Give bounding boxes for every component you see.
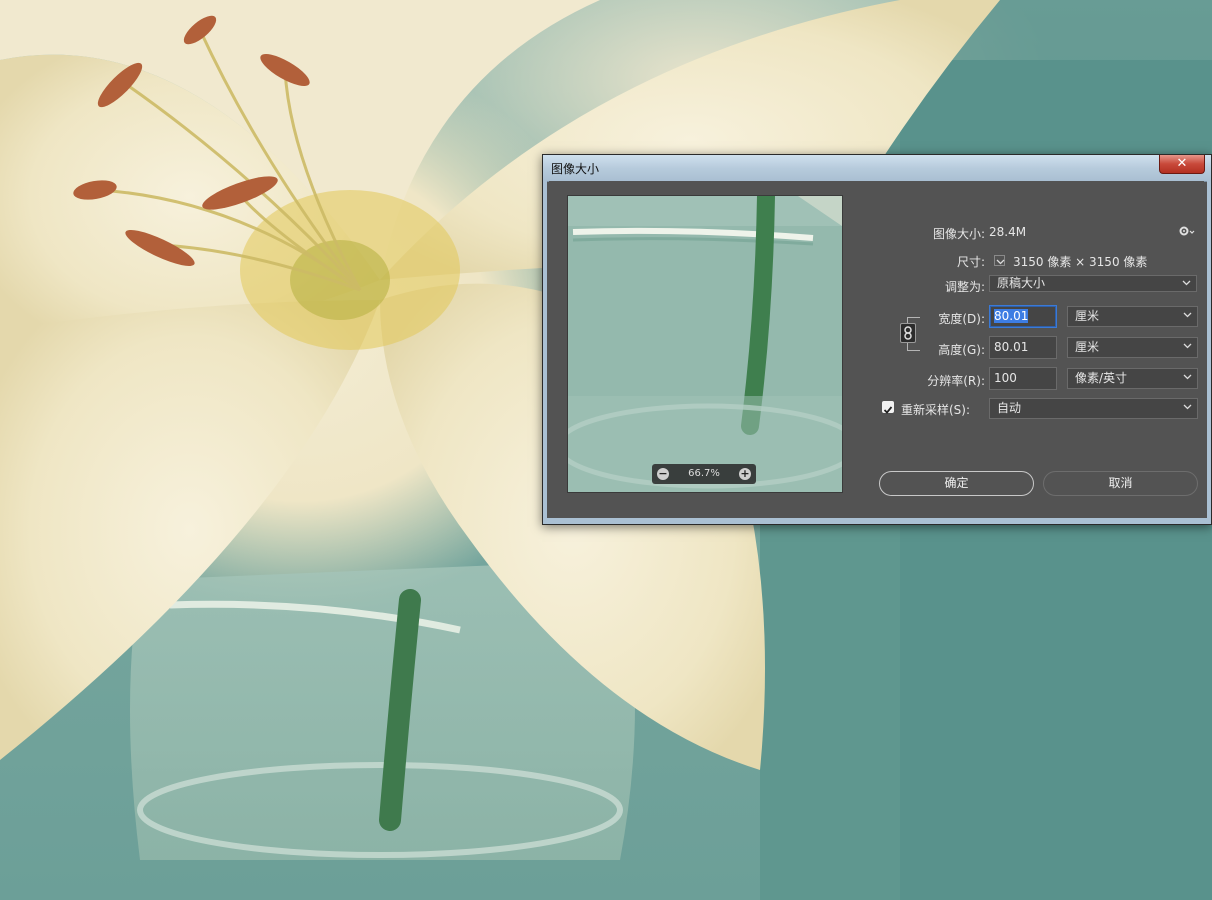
image-size-dialog: 图像大小 ✕ − 66.7% + 图像大小: 28.4M 尺寸: 3150 像素… — [542, 154, 1212, 525]
image-preview[interactable]: − 66.7% + — [567, 195, 843, 493]
window-frame-bottom — [543, 518, 1211, 524]
resolution-label: 分辨率(R): — [927, 374, 985, 388]
chevron-down-icon — [1183, 343, 1192, 349]
preview-zoom-bar: − 66.7% + — [652, 464, 756, 484]
chevron-down-icon — [1183, 404, 1192, 410]
resample-checkbox[interactable] — [882, 401, 894, 414]
fit-to-value: 原稿大小 — [997, 276, 1046, 290]
dimensions-label: 尺寸: — [956, 255, 985, 269]
resolution-unit: 像素/英寸 — [1075, 371, 1128, 385]
width-input[interactable]: 80.01 — [989, 305, 1057, 328]
image-size-label: 图像大小: — [932, 227, 985, 241]
height-value: 80.01 — [994, 340, 1029, 354]
resolution-unit-select[interactable]: 像素/英寸 — [1067, 368, 1198, 389]
dimensions-dropdown[interactable] — [994, 255, 1005, 266]
image-size-value: 28.4M — [989, 225, 1027, 239]
chevron-down-icon — [1183, 374, 1192, 380]
dialog-body: − 66.7% + 图像大小: 28.4M 尺寸: 3150 像素 × 3150… — [549, 181, 1204, 518]
dialog-titlebar[interactable]: 图像大小 ✕ — [543, 155, 1211, 182]
width-unit: 厘米 — [1075, 309, 1100, 323]
cancel-button[interactable]: 取消 — [1043, 471, 1198, 496]
width-label: 宽度(D): — [938, 312, 985, 326]
preview-thumbnail — [568, 196, 842, 492]
height-input[interactable]: 80.01 — [989, 336, 1057, 359]
dimensions-value: 3150 像素 × 3150 像素 — [1013, 255, 1148, 269]
dialog-title: 图像大小 — [551, 162, 600, 176]
close-icon: ✕ — [1176, 156, 1188, 171]
zoom-in-icon[interactable]: + — [739, 468, 751, 480]
checkmark-icon — [883, 406, 893, 414]
height-unit-select[interactable]: 厘米 — [1067, 337, 1198, 358]
ok-button[interactable]: 确定 — [879, 471, 1034, 496]
resolution-value: 100 — [994, 371, 1017, 385]
height-label: 高度(G): — [938, 343, 985, 357]
chevron-down-icon — [996, 259, 1005, 265]
width-value: 80.01 — [994, 309, 1029, 323]
fit-to-select[interactable]: 原稿大小 — [989, 275, 1197, 292]
width-unit-select[interactable]: 厘米 — [1067, 306, 1198, 327]
chevron-down-icon — [1182, 280, 1191, 286]
window-frame-right — [1207, 181, 1211, 524]
gear-icon[interactable] — [1179, 225, 1195, 240]
chevron-down-icon — [1183, 312, 1192, 318]
fit-to-label: 调整为: — [944, 280, 985, 294]
close-button[interactable]: ✕ — [1159, 155, 1205, 174]
resample-value: 自动 — [997, 401, 1022, 415]
resolution-input[interactable]: 100 — [989, 367, 1057, 390]
resample-select[interactable]: 自动 — [989, 398, 1198, 419]
height-unit: 厘米 — [1075, 340, 1100, 354]
window-frame-left — [543, 181, 547, 524]
resample-label: 重新采样(S): — [901, 403, 971, 417]
